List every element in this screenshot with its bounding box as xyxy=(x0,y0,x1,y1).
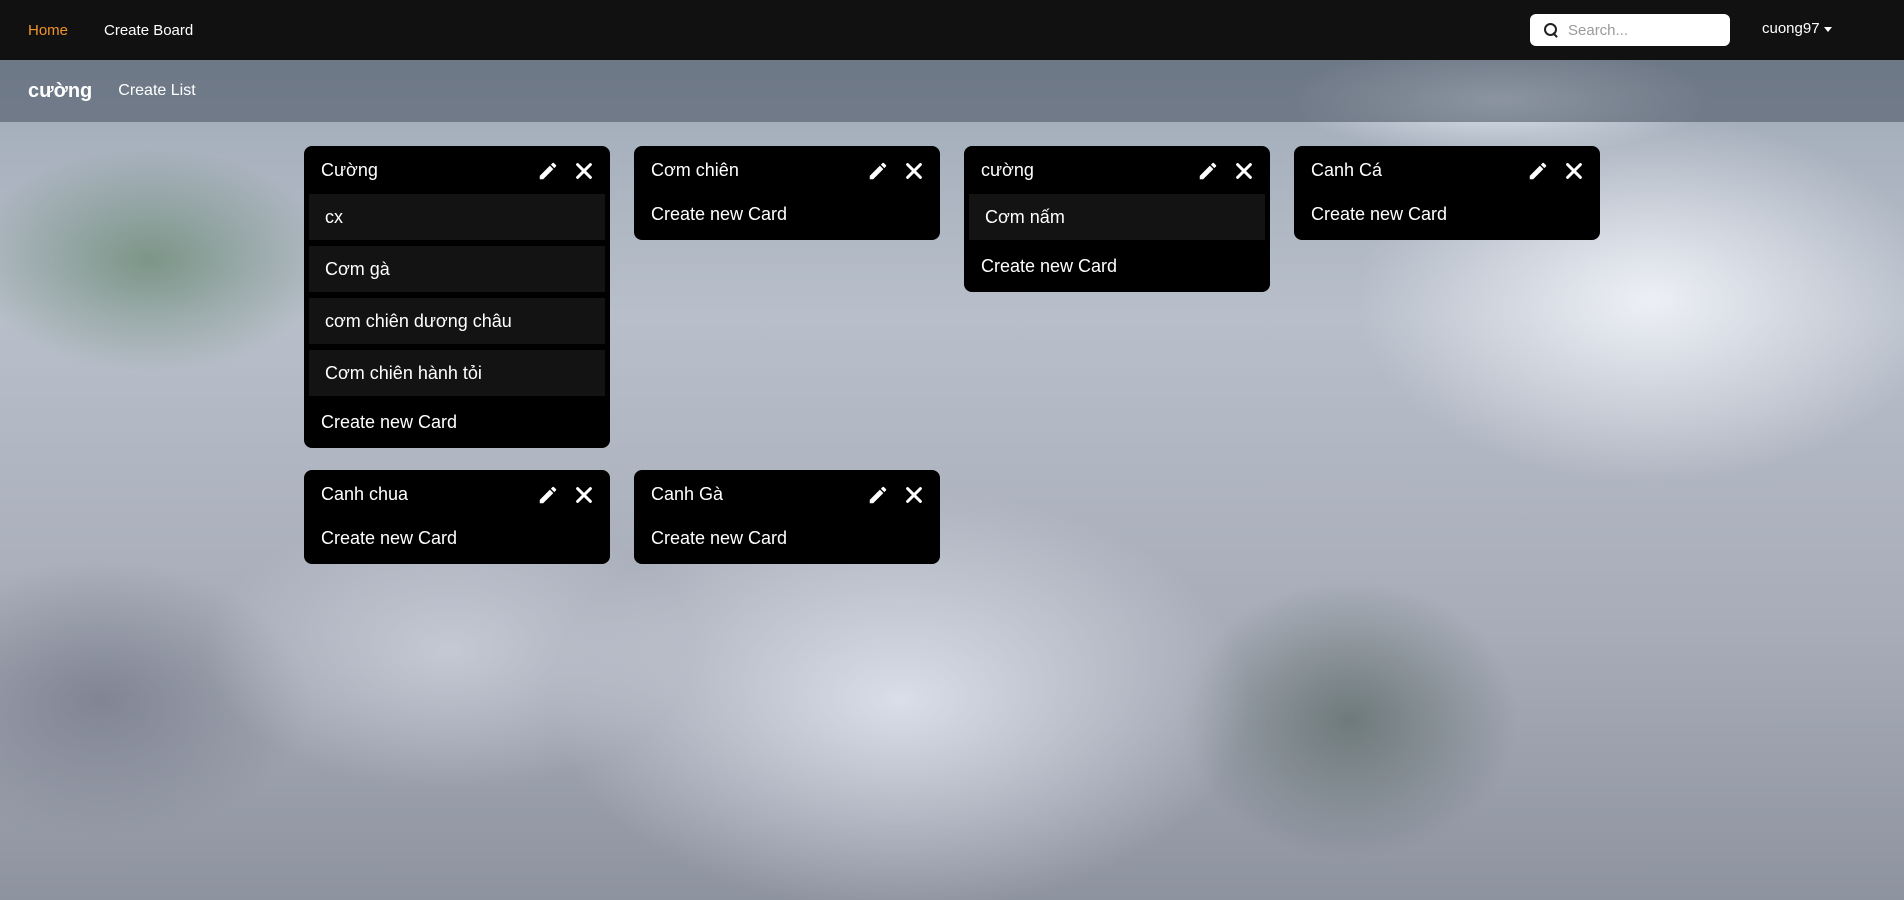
list-column: Canh Cá Create new Card xyxy=(1294,146,1600,240)
list-header: cường xyxy=(969,146,1265,194)
create-card-button[interactable]: Create new Card xyxy=(309,518,605,558)
card-item[interactable]: Cơm gà xyxy=(309,246,605,292)
create-card-button[interactable]: Create new Card xyxy=(639,518,935,558)
close-icon[interactable] xyxy=(903,160,925,182)
pencil-icon[interactable] xyxy=(1197,160,1219,182)
create-card-button[interactable]: Create new Card xyxy=(1299,194,1595,234)
close-icon[interactable] xyxy=(903,484,925,506)
list-column: Canh Gà Create new Card xyxy=(634,470,940,564)
list-title: Cơm chiên xyxy=(651,159,739,180)
list-title: Canh Cá xyxy=(1311,159,1383,180)
top-navbar: Home Create Board cuong97 xyxy=(0,0,1904,60)
nav-home-link[interactable]: Home xyxy=(28,22,68,39)
list-column: Cơm chiên Create new Card xyxy=(634,146,940,240)
close-icon[interactable] xyxy=(573,160,595,182)
board-title: cường xyxy=(28,79,93,102)
create-card-button[interactable]: Create new Card xyxy=(639,194,935,234)
caret-down-icon xyxy=(1823,26,1832,32)
list-header: Canh chua xyxy=(309,470,605,518)
search-icon xyxy=(1544,23,1558,37)
list-header: Canh Gà xyxy=(639,470,935,518)
search-input[interactable] xyxy=(1568,21,1718,39)
pencil-icon[interactable] xyxy=(537,160,559,182)
pencil-icon[interactable] xyxy=(1527,160,1549,182)
create-card-button[interactable]: Create new Card xyxy=(309,402,605,442)
card-item[interactable]: cơm chiên dương châu xyxy=(309,298,605,344)
list-column: cường Cơm nấm Create new Card xyxy=(964,146,1270,292)
background-image xyxy=(0,0,1904,900)
close-icon[interactable] xyxy=(573,484,595,506)
card-item[interactable]: Cơm nấm xyxy=(969,194,1265,240)
create-card-button[interactable]: Create new Card xyxy=(969,246,1265,286)
list-header: Cơm chiên xyxy=(639,146,935,194)
list-title: Canh chua xyxy=(321,483,409,504)
list-column: Canh chua Create new Card xyxy=(304,470,610,564)
list-column: Cường cx Cơm gà cơm chiên dương châu Cơm chi… xyxy=(304,146,610,448)
board-header: cường Create List xyxy=(0,60,1904,122)
card-item[interactable]: Cơm chiên hành tỏi xyxy=(309,350,605,396)
close-icon[interactable] xyxy=(1563,160,1585,182)
create-list-button[interactable]: Create List xyxy=(118,82,195,100)
pencil-icon[interactable] xyxy=(867,160,889,182)
list-title: cường xyxy=(981,159,1034,180)
search-box xyxy=(1530,14,1730,46)
close-icon[interactable] xyxy=(1233,160,1255,182)
list-title: Cường xyxy=(321,159,378,180)
pencil-icon[interactable] xyxy=(867,484,889,506)
nav-create-board-link[interactable]: Create Board xyxy=(104,22,193,39)
user-dropdown[interactable]: cuong97 xyxy=(1762,20,1832,37)
pencil-icon[interactable] xyxy=(537,484,559,506)
nav-links: Home Create Board xyxy=(0,22,229,39)
user-name: cuong97 xyxy=(1762,20,1820,37)
list-header: Canh Cá xyxy=(1299,146,1595,194)
list-title: Canh Gà xyxy=(651,483,724,504)
card-item[interactable]: cx xyxy=(309,194,605,240)
list-header: Cường xyxy=(309,146,605,194)
